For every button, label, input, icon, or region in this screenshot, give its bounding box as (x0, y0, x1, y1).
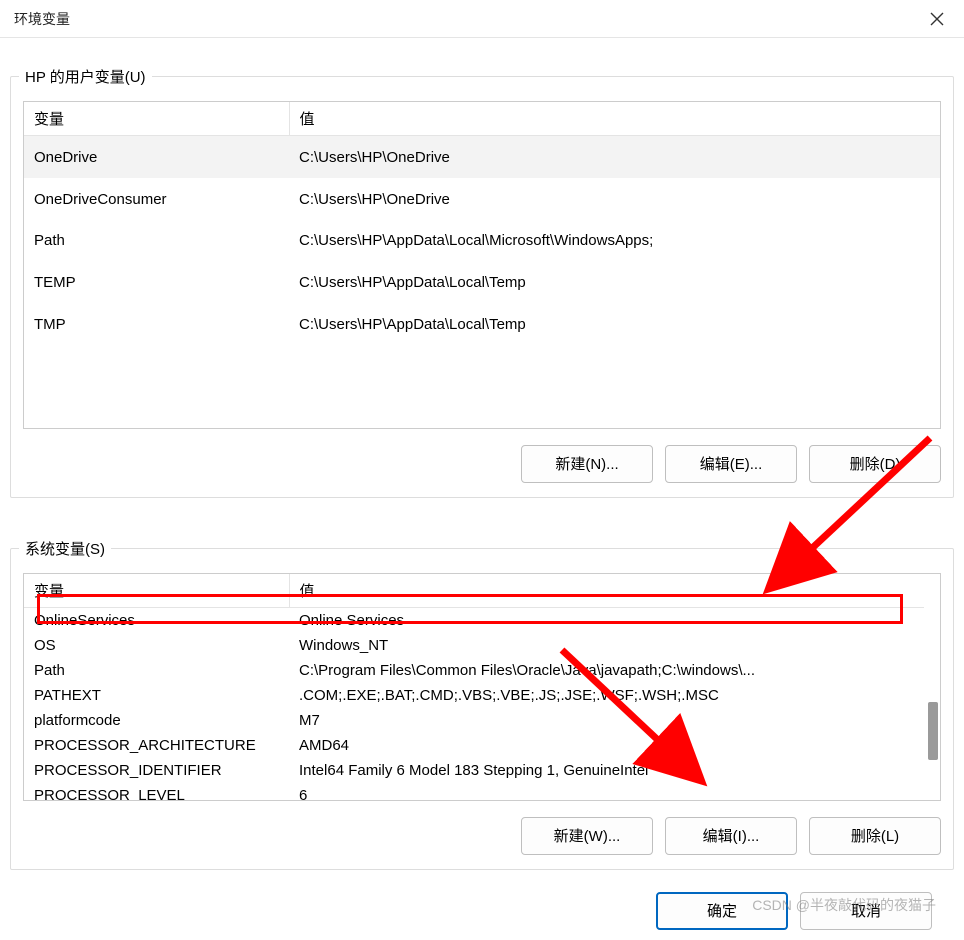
var-name-cell: Path (24, 220, 289, 262)
var-name-cell: PROCESSOR_LEVEL (24, 783, 289, 801)
var-name-cell: PROCESSOR_IDENTIFIER (24, 758, 289, 783)
var-value-cell: C:\Users\HP\AppData\Local\Temp (289, 304, 940, 346)
sys-edit-button[interactable]: 编辑(I)... (665, 817, 797, 855)
user-delete-button[interactable]: 删除(D) (809, 445, 941, 483)
close-icon[interactable] (914, 0, 960, 38)
table-row[interactable]: PathC:\Users\HP\AppData\Local\Microsoft\… (24, 220, 940, 262)
user-edit-button[interactable]: 编辑(E)... (665, 445, 797, 483)
table-row[interactable]: OneDriveConsumerC:\Users\HP\OneDrive (24, 178, 940, 220)
table-row[interactable]: OSWindows_NT (24, 633, 940, 658)
table-row[interactable]: platformcodeM7 (24, 708, 940, 733)
user-col-name[interactable]: 变量 (24, 102, 289, 136)
dialog-content: HP 的用户变量(U) 变量 值 OneDriveC:\Users\HP\One… (0, 38, 964, 940)
sys-delete-button[interactable]: 删除(L) (809, 817, 941, 855)
var-value-cell: C:\Users\HP\AppData\Local\Microsoft\Wind… (289, 220, 940, 262)
var-value-cell: C:\Users\HP\OneDrive (289, 136, 940, 179)
dialog-button-row: 确定 取消 (10, 870, 954, 930)
var-name-cell: PROCESSOR_ARCHITECTURE (24, 733, 289, 758)
sys-col-name[interactable]: 变量 (24, 574, 289, 608)
sys-new-button[interactable]: 新建(W)... (521, 817, 653, 855)
table-row[interactable]: PROCESSOR_LEVEL6 (24, 783, 940, 801)
ok-button[interactable]: 确定 (656, 892, 788, 930)
sys-vars-group: 系统变量(S) 变量 值 OnlineServicesOnline Servic… (10, 538, 954, 870)
var-value-cell: C:\Users\HP\OneDrive (289, 178, 940, 220)
var-value-cell: 6 (289, 783, 940, 801)
sys-button-row: 新建(W)... 编辑(I)... 删除(L) (23, 817, 941, 855)
sys-col-value[interactable]: 值 (289, 574, 940, 608)
titlebar: 环境变量 (0, 0, 964, 38)
var-value-cell: Windows_NT (289, 633, 940, 658)
var-value-cell: .COM;.EXE;.BAT;.CMD;.VBS;.VBE;.JS;.JSE;.… (289, 683, 940, 708)
var-value-cell: AMD64 (289, 733, 940, 758)
var-value-cell: Intel64 Family 6 Model 183 Stepping 1, G… (289, 758, 940, 783)
user-vars-legend: HP 的用户变量(U) (19, 66, 152, 87)
var-name-cell: OnlineServices (24, 607, 289, 633)
table-row[interactable]: TEMPC:\Users\HP\AppData\Local\Temp (24, 262, 940, 304)
table-row[interactable]: OneDriveC:\Users\HP\OneDrive (24, 136, 940, 179)
user-button-row: 新建(N)... 编辑(E)... 删除(D) (23, 445, 941, 483)
user-vars-table[interactable]: 变量 值 OneDriveC:\Users\HP\OneDriveOneDriv… (24, 102, 940, 346)
user-new-button[interactable]: 新建(N)... (521, 445, 653, 483)
table-row[interactable]: PATHEXT.COM;.EXE;.BAT;.CMD;.VBS;.VBE;.JS… (24, 683, 940, 708)
var-value-cell: C:\Program Files\Common Files\Oracle\Jav… (289, 658, 940, 683)
window-title: 环境变量 (14, 9, 70, 29)
var-value-cell: M7 (289, 708, 940, 733)
var-name-cell: OS (24, 633, 289, 658)
var-name-cell: platformcode (24, 708, 289, 733)
user-vars-group: HP 的用户变量(U) 变量 值 OneDriveC:\Users\HP\One… (10, 66, 954, 498)
cancel-button[interactable]: 取消 (800, 892, 932, 930)
sys-scroll-thumb[interactable] (928, 702, 938, 760)
var-name-cell: TEMP (24, 262, 289, 304)
var-value-cell: C:\Users\HP\AppData\Local\Temp (289, 262, 940, 304)
user-col-value[interactable]: 值 (289, 102, 940, 136)
sys-vars-legend: 系统变量(S) (19, 538, 111, 559)
sys-vars-table[interactable]: 变量 值 OnlineServicesOnline ServicesOSWind… (24, 574, 940, 801)
table-row[interactable]: PathC:\Program Files\Common Files\Oracle… (24, 658, 940, 683)
sys-scrollbar[interactable] (924, 606, 940, 800)
var-name-cell: Path (24, 658, 289, 683)
user-vars-table-wrap: 变量 值 OneDriveC:\Users\HP\OneDriveOneDriv… (23, 101, 941, 429)
table-row[interactable]: OnlineServicesOnline Services (24, 607, 940, 633)
var-value-cell: Online Services (289, 607, 940, 633)
table-row[interactable]: TMPC:\Users\HP\AppData\Local\Temp (24, 304, 940, 346)
table-row[interactable]: PROCESSOR_IDENTIFIERIntel64 Family 6 Mod… (24, 758, 940, 783)
var-name-cell: OneDrive (24, 136, 289, 179)
var-name-cell: TMP (24, 304, 289, 346)
var-name-cell: PATHEXT (24, 683, 289, 708)
var-name-cell: OneDriveConsumer (24, 178, 289, 220)
sys-vars-table-wrap: 变量 值 OnlineServicesOnline ServicesOSWind… (23, 573, 941, 801)
table-row[interactable]: PROCESSOR_ARCHITECTUREAMD64 (24, 733, 940, 758)
